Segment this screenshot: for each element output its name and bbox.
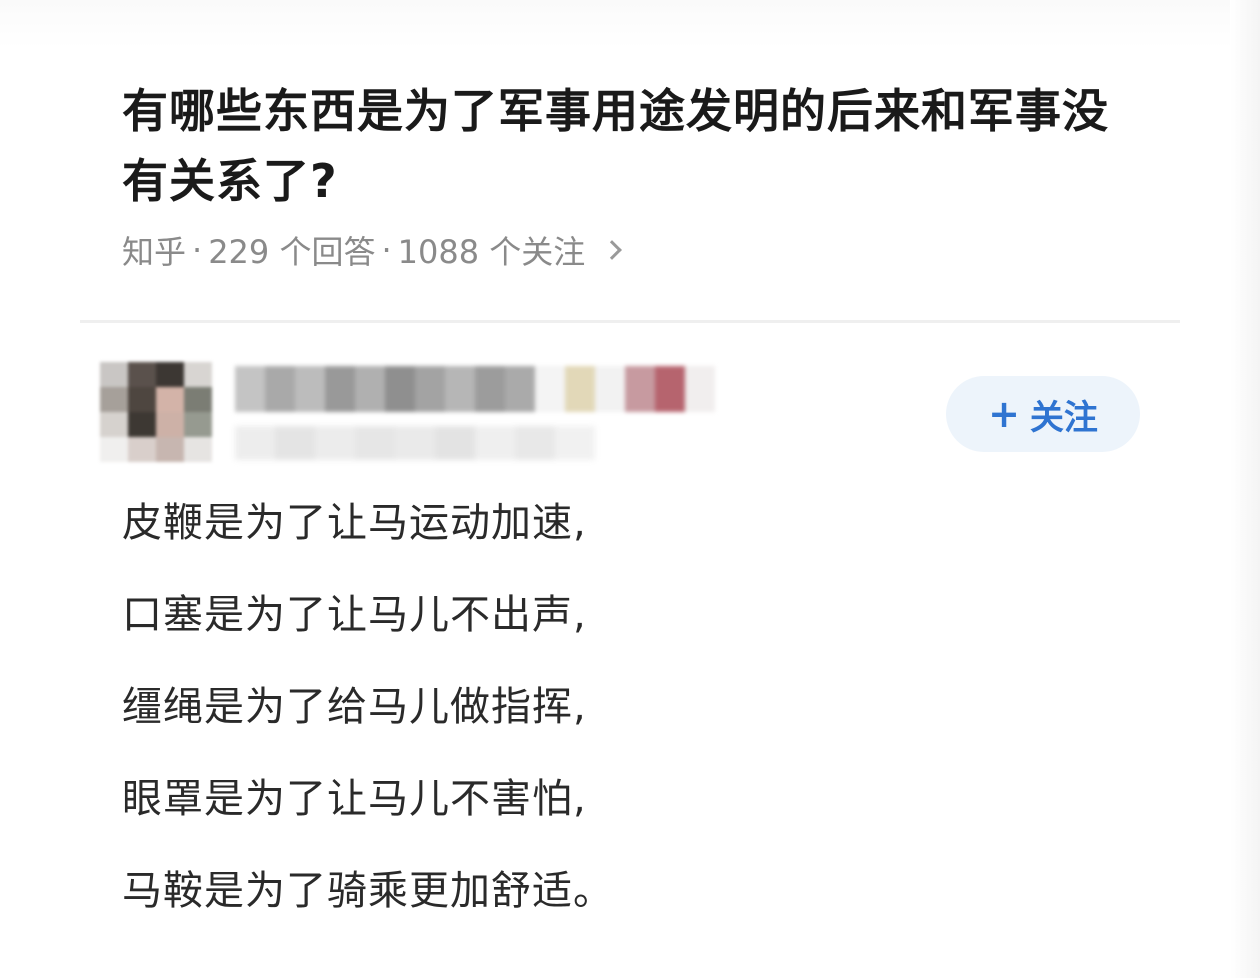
source-label: 知乎: [122, 233, 187, 271]
answer-line: 缰绳是为了给马儿做指挥,: [122, 684, 587, 730]
answer-content[interactable]: 皮鞭是为了让马运动加速, 口塞是为了让马儿不出声, 缰绳是为了给马儿做指挥, 眼…: [122, 500, 1022, 960]
avatar[interactable]: [100, 362, 212, 462]
follow-button[interactable]: + 关注: [946, 376, 1140, 452]
meta-separator: ·: [192, 231, 203, 269]
followers-count: 1088 个关注: [397, 233, 586, 271]
answer-line: 口塞是为了让马儿不出声,: [122, 592, 587, 638]
answer-line: 皮鞭是为了让马运动加速,: [122, 500, 587, 546]
plus-icon: +: [988, 392, 1020, 436]
follow-label: 关注: [1029, 397, 1098, 438]
question-card[interactable]: 有哪些东西是为了军事用途发明的后来和军事没有关系了? 知乎 · 229 个回答 …: [80, 48, 1180, 320]
section-divider: [80, 320, 1180, 323]
answer-line: 眼罩是为了让马儿不害怕,: [122, 776, 587, 822]
screenshot-page: 有哪些东西是为了军事用途发明的后来和军事没有关系了? 知乎 · 229 个回答 …: [0, 0, 1260, 978]
meta-separator: ·: [381, 231, 392, 269]
author-name-pixelated[interactable]: [235, 366, 715, 412]
answer-line: 马鞍是为了骑乘更加舒适。: [122, 868, 614, 914]
answers-count: 229 个回答: [208, 233, 376, 271]
question-title[interactable]: 有哪些东西是为了军事用途发明的后来和军事没有关系了?: [122, 76, 1152, 216]
chevron-right-icon[interactable]: [602, 240, 623, 260]
right-shadow: [1230, 0, 1260, 978]
question-meta[interactable]: 知乎 · 229 个回答 · 1088 个关注: [122, 228, 623, 272]
top-shadow: [0, 0, 1260, 48]
author-bio-pixelated: [235, 426, 595, 460]
